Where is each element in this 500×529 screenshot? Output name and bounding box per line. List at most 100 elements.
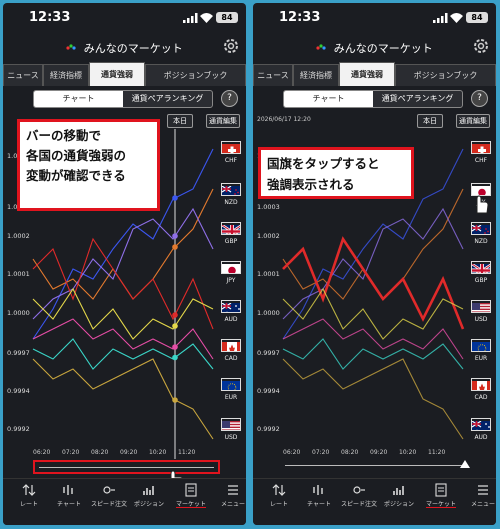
chart-icon: [63, 485, 73, 495]
series-line-aud: [32, 287, 214, 340]
series-line-aud: [282, 287, 464, 340]
callout-text: バーの移動で 各国の通貨強弱の 変動が確認できる: [26, 128, 127, 183]
currency-code-label: AUD: [224, 316, 238, 323]
tab-economic-indicators[interactable]: 経済指標: [43, 64, 89, 86]
help-button[interactable]: ?: [471, 90, 488, 107]
series-line-eur: [32, 338, 214, 370]
tab-position-book[interactable]: ポジションブック: [395, 64, 496, 86]
eur-flag-icon[interactable]: [471, 339, 491, 352]
rate-icon: [272, 484, 286, 496]
gbp-flag-icon[interactable]: [471, 261, 491, 274]
app-title: みんなのマーケット: [83, 42, 183, 55]
marker-dot-cad: [172, 344, 178, 350]
usd-flag-icon[interactable]: [221, 418, 241, 431]
y-tick-label: 1.0001: [7, 270, 30, 278]
tab-currency-strength[interactable]: 通貨強弱: [89, 62, 145, 86]
y-tick-label: 0.9992: [257, 425, 280, 433]
toggle-chart[interactable]: チャート: [284, 91, 373, 107]
app-logo-icon: [66, 44, 76, 50]
x-tick-label: 10:20: [399, 449, 417, 456]
cellular-signal-icon: [433, 13, 448, 23]
tab-news[interactable]: ニュース: [253, 64, 293, 86]
toggle-pair-ranking[interactable]: 通貨ペアランキング: [123, 91, 212, 107]
tab-economic-indicators[interactable]: 経済指標: [293, 64, 339, 86]
toggle-pair-ranking[interactable]: 通貨ペアランキング: [373, 91, 462, 107]
currency-code-label: USD: [224, 434, 238, 441]
x-tick-label: 10:20: [149, 449, 167, 456]
cad-flag-icon[interactable]: [221, 339, 241, 352]
nav-item[interactable]: ポジション: [125, 483, 173, 508]
wifi-icon: [450, 13, 463, 23]
nav-item[interactable]: ポジション: [375, 483, 423, 508]
y-tick-label: 0.9997: [257, 349, 280, 357]
series-line-usd: [282, 358, 464, 440]
aud-flag-icon[interactable]: [221, 300, 241, 313]
nav-label: マーケット: [425, 501, 456, 508]
callout-move-bar: バーの移動で 各国の通貨強弱の 変動が確認できる: [17, 119, 160, 211]
series-line-usd: [32, 358, 214, 440]
nzd-flag-icon[interactable]: [221, 183, 241, 196]
aud-flag-icon[interactable]: [471, 418, 491, 431]
nzd-flag-icon[interactable]: [471, 222, 491, 235]
settings-gear-icon[interactable]: [472, 37, 490, 55]
market-tabs: ニュース 経済指標 通貨強弱 ポジションブック: [3, 62, 246, 86]
app-header: みんなのマーケット: [253, 33, 496, 61]
nav-item[interactable]: メニュー: [459, 483, 496, 508]
position-icon: [143, 486, 154, 495]
edit-currencies-button[interactable]: 通貨編集: [206, 114, 240, 128]
currency-code-label: CAD: [474, 394, 488, 401]
tab-position-book[interactable]: ポジションブック: [145, 64, 246, 86]
market-tabs: ニュース 経済指標 通貨強弱 ポジションブック: [253, 62, 496, 86]
x-tick-label: 11:20: [428, 449, 446, 456]
x-tick-label: 06:20: [33, 449, 51, 456]
cad-flag-icon[interactable]: [471, 378, 491, 391]
today-button[interactable]: 本日: [167, 114, 193, 128]
nav-item[interactable]: マーケット: [417, 483, 465, 508]
usd-flag-icon[interactable]: [471, 300, 491, 313]
currency-code-label: CAD: [224, 355, 238, 362]
toggle-chart[interactable]: チャート: [34, 91, 123, 107]
time-scrubber-track[interactable]: [285, 465, 465, 466]
series-line-cad: [32, 318, 214, 360]
x-tick-label: 07:20: [62, 449, 80, 456]
chf-flag-icon[interactable]: [221, 141, 241, 154]
today-button[interactable]: 本日: [417, 114, 443, 128]
gbp-flag-icon[interactable]: [221, 222, 241, 235]
time-scrubber[interactable]: [33, 460, 220, 474]
position-icon: [393, 486, 404, 495]
currency-code-label: CHF: [224, 157, 238, 164]
currency-code-label: EUR: [224, 394, 238, 401]
speed-order-icon: [353, 486, 365, 494]
nav-item[interactable]: マーケット: [167, 483, 215, 508]
series-line-gbp: [32, 207, 214, 320]
jpy-flag-icon[interactable]: [221, 261, 241, 274]
tab-news[interactable]: ニュース: [3, 64, 43, 86]
help-button[interactable]: ?: [221, 90, 238, 107]
currency-code-label: CHF: [474, 157, 488, 164]
series-line-jpy: [32, 237, 214, 330]
app-title: みんなのマーケット: [333, 42, 433, 55]
market-icon: [185, 483, 197, 497]
callout-tap-flag: 国旗をタップすると 強調表示される: [258, 147, 414, 199]
chart-datestamp: 2026/06/17 12:20: [257, 116, 311, 123]
series-line-jpy: [282, 236, 465, 330]
battery-icon: 84: [216, 12, 238, 23]
chf-flag-icon[interactable]: [471, 141, 491, 154]
marker-dot-usd: [172, 397, 178, 403]
nav-item[interactable]: メニュー: [209, 483, 246, 508]
clock: 12:33: [279, 10, 321, 25]
rate-icon: [22, 484, 36, 496]
y-tick-label: 1.0003: [257, 203, 280, 211]
scrubber-handle-icon[interactable]: [460, 460, 470, 468]
tab-currency-strength[interactable]: 通貨強弱: [339, 62, 395, 86]
currency-code-label: USD: [474, 316, 488, 323]
settings-gear-icon[interactable]: [222, 37, 240, 55]
wifi-icon: [200, 13, 213, 23]
callout-text: 国旗をタップすると 強調表示される: [267, 156, 380, 192]
currency-code-label: AUD: [474, 434, 488, 441]
x-tick-label: 11:20: [178, 449, 196, 456]
marker-dot-nzd: [172, 244, 178, 250]
currency-code-label: NZD: [474, 238, 488, 245]
edit-currencies-button[interactable]: 通貨編集: [456, 114, 490, 128]
eur-flag-icon[interactable]: [221, 378, 241, 391]
